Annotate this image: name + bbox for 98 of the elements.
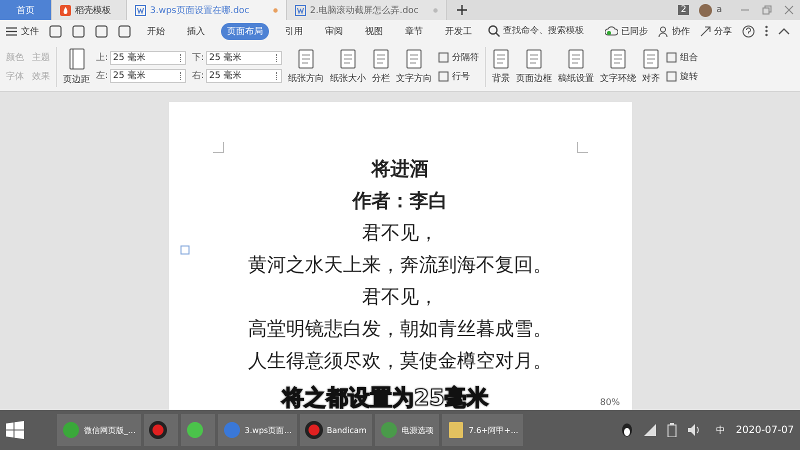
taskbar-button[interactable] bbox=[180, 414, 215, 446]
clock-date[interactable]: 2020-07-07 bbox=[736, 424, 794, 436]
poem-line: 君不见， bbox=[362, 221, 438, 245]
ribbon-button[interactable]: 页面边框 bbox=[516, 48, 552, 84]
layout-icon bbox=[438, 70, 450, 82]
layout-icon bbox=[438, 52, 450, 62]
help-icon bbox=[742, 24, 755, 38]
document-tab[interactable]: 稻壳模板 bbox=[52, 0, 127, 20]
collaborate-button[interactable]: 协作 bbox=[658, 24, 690, 38]
document-tab[interactable]: 3.wps页面设置在哪.doc bbox=[127, 0, 287, 20]
person-icon bbox=[658, 26, 669, 36]
document-icon bbox=[135, 4, 146, 16]
ribbon-button[interactable]: 文字环绕 bbox=[600, 48, 636, 84]
margin-label: 右: bbox=[192, 70, 204, 82]
ribbon-tab[interactable]: 开发工 bbox=[439, 22, 478, 40]
cloud-icon bbox=[605, 26, 618, 36]
document-icon bbox=[295, 4, 306, 16]
ribbon-button[interactable]: 分隔符 bbox=[438, 50, 480, 64]
taskbar-button[interactable]: 微信网页版_... bbox=[57, 414, 141, 446]
layout-icon bbox=[525, 48, 544, 68]
zoom-level: 80% bbox=[600, 398, 620, 408]
ribbon-tab[interactable]: 页面布局 bbox=[221, 22, 269, 40]
taskbar-button[interactable]: 电源选项 bbox=[374, 414, 439, 446]
file-menu-button[interactable]: 文件 bbox=[6, 24, 39, 38]
layout-icon bbox=[642, 48, 660, 68]
ribbon-button[interactable]: 对齐 bbox=[642, 48, 660, 84]
close-icon bbox=[784, 5, 794, 15]
taskbar-button[interactable] bbox=[144, 414, 178, 446]
user-name: a bbox=[716, 5, 722, 15]
ribbon-button[interactable]: 组合 bbox=[666, 50, 698, 64]
ribbon-button[interactable]: 行号 bbox=[438, 70, 480, 82]
speaker-icon bbox=[688, 424, 701, 436]
ribbon-button[interactable]: 纸张大小 bbox=[330, 48, 366, 84]
margin-field[interactable]: 25 毫米 bbox=[110, 68, 186, 82]
ribbon-tab[interactable]: 开始 bbox=[141, 22, 171, 40]
taskbar-button[interactable]: Bandicam bbox=[300, 414, 372, 446]
margin-label: 上: bbox=[96, 52, 108, 64]
video-caption: 将之都设置为25毫米 bbox=[282, 384, 489, 410]
margin-label: 左: bbox=[96, 70, 108, 82]
ribbon-button[interactable]: 旋转 bbox=[666, 70, 698, 82]
margins-button[interactable]: 页边距 bbox=[63, 48, 90, 86]
layout-icon bbox=[492, 48, 510, 68]
dot-icon bbox=[433, 8, 438, 12]
window-count-badge: 2 bbox=[678, 5, 690, 15]
menu-icon bbox=[6, 26, 17, 36]
document-tab[interactable]: 首页 bbox=[0, 0, 52, 20]
input-method-indicator[interactable]: 中 bbox=[716, 424, 725, 436]
ribbon-tab[interactable]: 引用 bbox=[279, 22, 309, 40]
paragraph-icon bbox=[180, 245, 190, 255]
record-app-icon bbox=[148, 421, 167, 439]
folder-app-icon bbox=[446, 421, 465, 439]
layout-icon bbox=[666, 70, 678, 82]
penguin-icon bbox=[620, 423, 633, 437]
avatar-icon bbox=[699, 4, 712, 16]
margin-label: 下: bbox=[192, 52, 204, 64]
page-icon bbox=[68, 48, 84, 70]
ribbon-button[interactable]: 分栏 bbox=[372, 48, 390, 84]
ribbon-button[interactable]: 稿纸设置 bbox=[558, 48, 594, 84]
poem-line: 君不见， bbox=[362, 285, 438, 309]
taskbar-button[interactable]: 3.wps页面... bbox=[218, 414, 297, 446]
ribbon-tab[interactable]: 章节 bbox=[399, 22, 429, 40]
document-heading: 将进酒 bbox=[372, 157, 428, 181]
margin-field[interactable]: 25 毫米 bbox=[206, 68, 282, 82]
collapse-icon bbox=[778, 27, 790, 35]
layout-icon bbox=[405, 48, 424, 68]
layout-icon bbox=[609, 48, 628, 68]
taskbar-button[interactable]: 7.6+阿甲+... bbox=[442, 414, 524, 446]
layout-icon bbox=[666, 52, 678, 62]
layout-icon bbox=[339, 48, 358, 68]
margin-field[interactable]: 25 毫米 bbox=[110, 50, 186, 64]
share-button[interactable]: 分享 bbox=[700, 24, 732, 38]
document-heading: 作者：李白 bbox=[352, 189, 448, 213]
ribbon-tab[interactable]: 审阅 bbox=[319, 22, 349, 40]
ribbon-button[interactable]: 文字方向 bbox=[396, 48, 432, 84]
restore-icon bbox=[762, 5, 772, 15]
sync-button[interactable]: 已同步 bbox=[605, 24, 648, 38]
ribbon-button[interactable]: 纸张方向 bbox=[288, 48, 324, 84]
more-icon bbox=[765, 25, 768, 37]
record-app-icon bbox=[304, 421, 323, 439]
poem-line: 高堂明镜悲白发，朝如青丝暮成雪。 bbox=[248, 317, 552, 341]
poem-line: 黄河之水天上来，奔流到海不复回。 bbox=[248, 253, 552, 277]
dot-icon bbox=[273, 8, 278, 12]
share-icon bbox=[700, 26, 711, 36]
poem-line: 人生得意须尽欢，莫使金樽空对月。 bbox=[248, 349, 552, 373]
search-icon bbox=[488, 25, 500, 37]
ribbon-tab[interactable]: 视图 bbox=[359, 22, 389, 40]
layout-icon bbox=[297, 48, 316, 68]
document-tab[interactable]: 2.电脑滚动截屏怎么弄.doc bbox=[287, 0, 447, 20]
windows-logo-icon bbox=[6, 421, 24, 439]
flame-icon bbox=[60, 4, 71, 16]
plus-icon bbox=[457, 5, 467, 15]
ribbon-button[interactable]: 背景 bbox=[492, 48, 510, 84]
margin-field[interactable]: 25 毫米 bbox=[206, 50, 282, 64]
network-icon bbox=[644, 424, 656, 436]
layout-icon bbox=[372, 48, 390, 68]
layout-icon bbox=[567, 48, 586, 68]
battery-icon bbox=[666, 423, 677, 437]
ribbon-tab[interactable]: 插入 bbox=[181, 22, 211, 40]
